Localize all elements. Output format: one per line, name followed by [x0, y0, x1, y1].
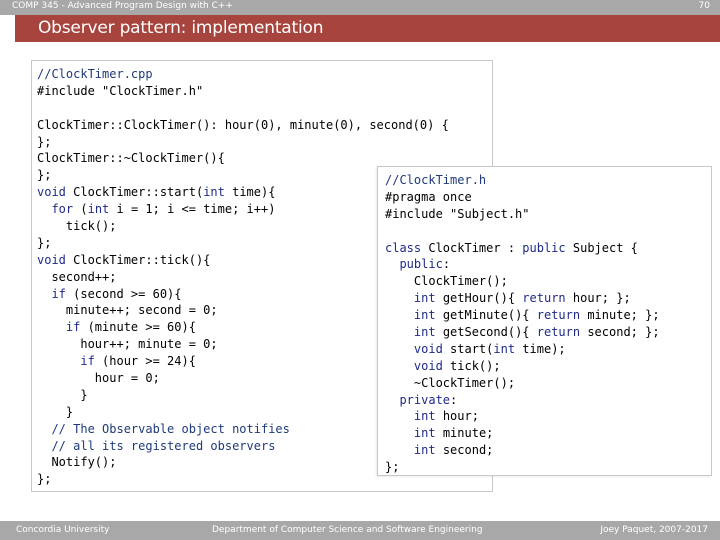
- title-bar: Observer pattern: implementation: [15, 15, 720, 42]
- code-line: int getMinute(){ return minute; };: [413, 308, 660, 323]
- code-line: void tick();: [413, 358, 501, 373]
- header-code-block: //ClockTimer.h #pragma once #include "Subj…: [377, 166, 712, 476]
- footer-university: Concordia University: [16, 525, 110, 535]
- code-line: #pragma once: [385, 189, 472, 204]
- footer-department: Department of Computer Science and Softw…: [212, 525, 483, 535]
- code-line: int getSecond(){ return second; };: [413, 325, 660, 340]
- code-line: int hour;: [413, 409, 479, 424]
- code-line: ~ClockTimer();: [385, 375, 516, 390]
- footer-author: Joey Paquet, 2007-2017: [600, 525, 708, 535]
- code-line: int second;: [413, 443, 494, 458]
- code-line: };: [385, 460, 400, 475]
- code-line: ClockTimer::ClockTimer(): hour(0), minut…: [37, 117, 449, 132]
- code-line: //ClockTimer.h: [385, 173, 487, 187]
- code-line: public:: [399, 257, 451, 272]
- code-line: #include "Subject.h": [385, 206, 530, 221]
- code-line: #include "ClockTimer.h": [37, 83, 204, 98]
- code-line: };: [37, 134, 52, 149]
- code-line: int minute;: [413, 426, 494, 441]
- page-number: 70: [698, 1, 710, 11]
- course-name: COMP 345 - Advanced Program Design with …: [12, 1, 233, 11]
- code-line: class ClockTimer : public Subject {: [385, 240, 638, 255]
- top-bar: COMP 345 - Advanced Program Design with …: [0, 0, 720, 15]
- code-line: //ClockTimer.cpp: [37, 67, 153, 81]
- code-line: ClockTimer();: [385, 274, 508, 289]
- code-line: ClockTimer::~ClockTimer(){: [37, 151, 225, 166]
- code-line: private:: [399, 392, 458, 407]
- slide-title: Observer pattern: implementation: [38, 18, 324, 38]
- code-line: int getHour(){ return hour; };: [413, 291, 631, 306]
- code-line: void start(int time);: [413, 341, 566, 356]
- footer-bar: Concordia University Department of Compu…: [0, 521, 720, 540]
